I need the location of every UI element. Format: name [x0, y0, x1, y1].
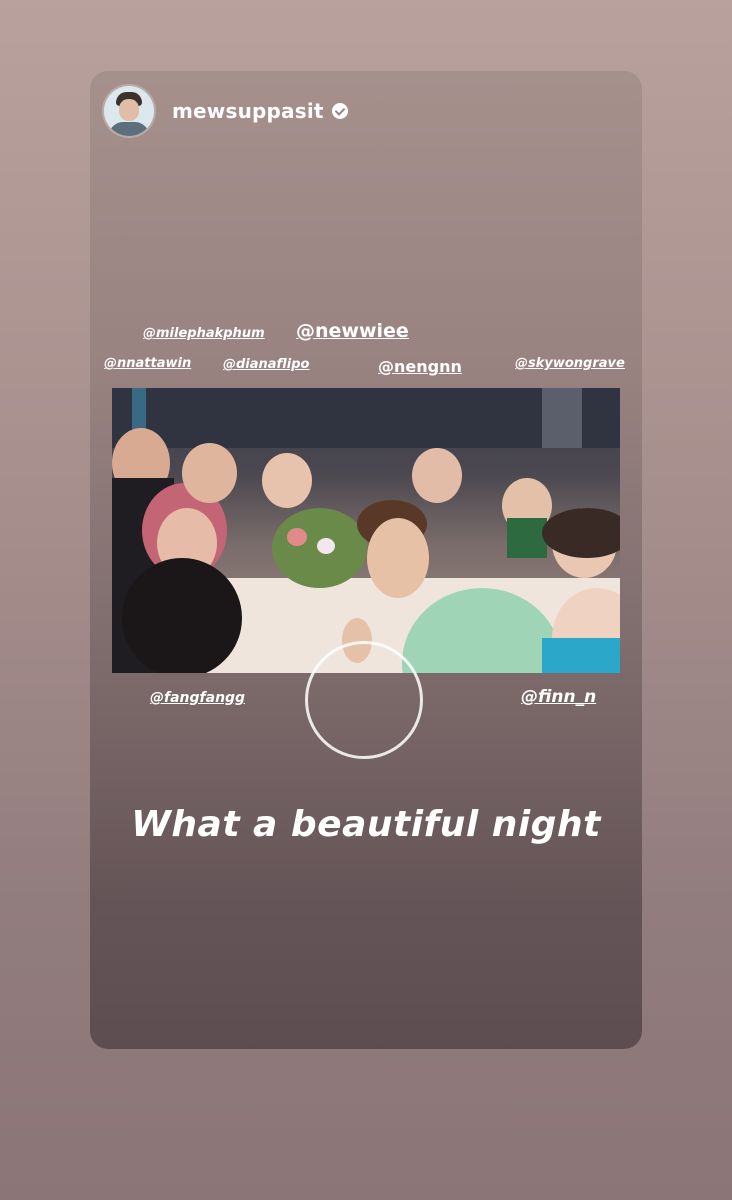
story-header[interactable]: mewsuppasit — [104, 85, 348, 137]
story-caption: What a beautiful night — [131, 804, 601, 845]
mention-milephakphum[interactable]: @milephakphum — [143, 326, 265, 341]
mention-nnattawin[interactable]: @nnattawin — [104, 356, 191, 371]
mention-fangfangg[interactable]: @fangfangg — [150, 690, 245, 706]
mention-newwiee[interactable]: @newwiee — [296, 320, 409, 342]
mention-nengnn[interactable]: @nengnn — [378, 357, 462, 376]
mention-finn-n[interactable]: @finn_n — [521, 687, 596, 707]
group-photo — [112, 388, 620, 673]
capture-ring-icon[interactable] — [305, 641, 423, 759]
mention-skywongrave[interactable]: @skywongrave — [515, 356, 625, 371]
avatar[interactable] — [104, 86, 154, 136]
verified-badge-icon — [331, 103, 348, 119]
mention-dianaflipo[interactable]: @dianaflipo — [223, 357, 310, 372]
username[interactable]: mewsuppasit — [172, 99, 324, 123]
